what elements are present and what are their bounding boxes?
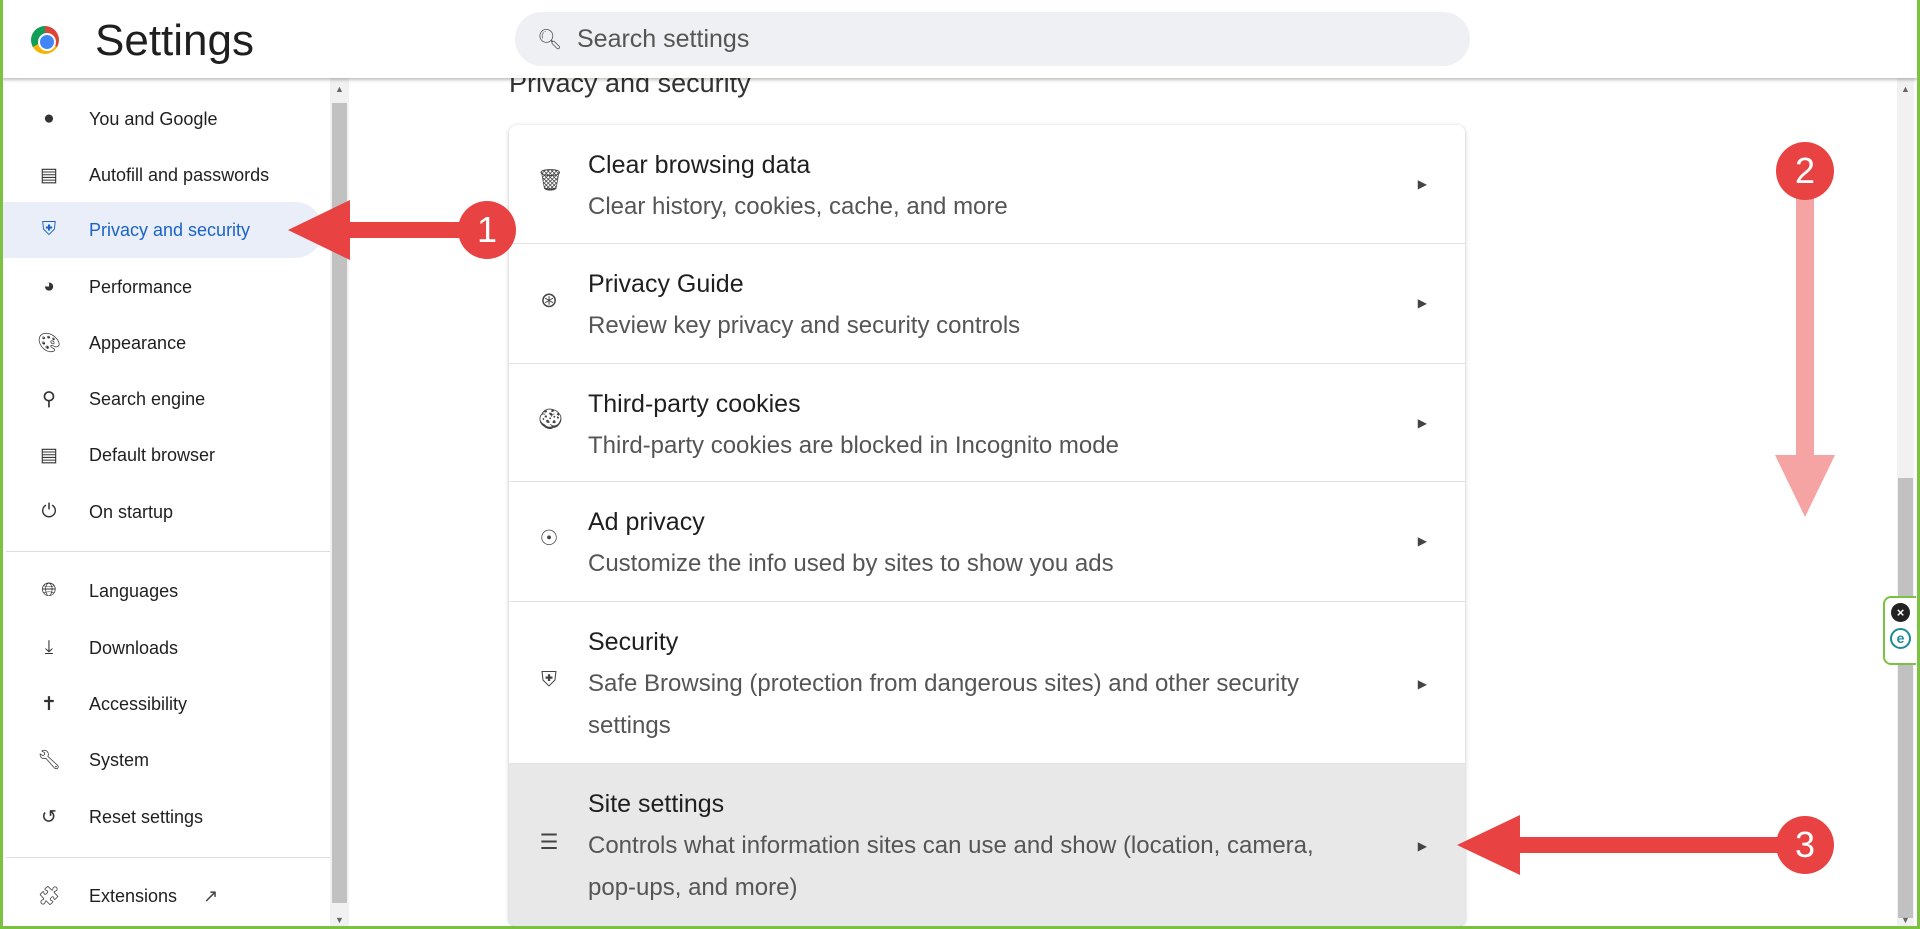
arrow-1 (288, 200, 475, 260)
annotation-badge-3: 3 (1776, 816, 1834, 874)
annotation-arrows (288, 190, 1835, 875)
arrow-3 (1457, 815, 1795, 875)
annotation-badge-1: 1 (458, 201, 516, 259)
arrow-2 (1775, 190, 1835, 517)
annotation-badge-2: 2 (1776, 142, 1834, 200)
